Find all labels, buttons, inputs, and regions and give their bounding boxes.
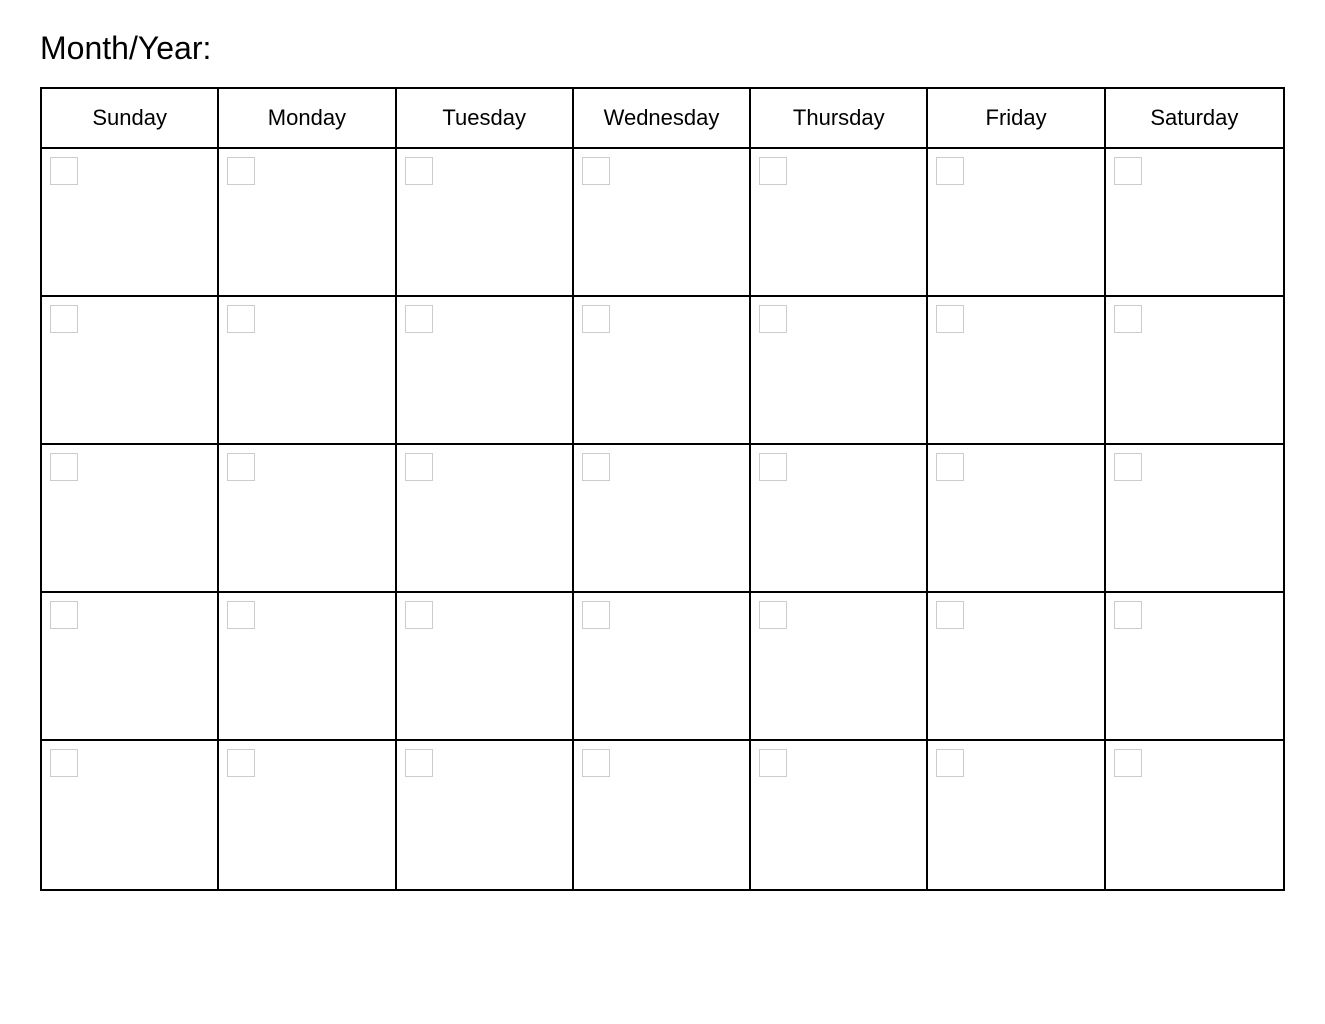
- calendar-cell[interactable]: [751, 297, 928, 443]
- date-box: [1114, 749, 1142, 777]
- calendar-row: [42, 445, 1283, 593]
- calendar-cell[interactable]: [397, 297, 574, 443]
- date-box: [759, 601, 787, 629]
- date-box: [1114, 157, 1142, 185]
- calendar-cell[interactable]: [397, 741, 574, 889]
- date-box: [405, 305, 433, 333]
- calendar-cell[interactable]: [42, 741, 219, 889]
- page-title: Month/Year:: [40, 30, 1285, 67]
- day-header-saturday: Saturday: [1106, 89, 1283, 147]
- calendar-cell[interactable]: [1106, 445, 1283, 591]
- date-box: [405, 157, 433, 185]
- day-header-friday: Friday: [928, 89, 1105, 147]
- calendar: Sunday Monday Tuesday Wednesday Thursday…: [40, 87, 1285, 891]
- date-box: [759, 305, 787, 333]
- calendar-cell[interactable]: [928, 445, 1105, 591]
- calendar-row: [42, 297, 1283, 445]
- date-box: [936, 305, 964, 333]
- date-box: [936, 157, 964, 185]
- calendar-row: [42, 741, 1283, 889]
- calendar-cell[interactable]: [751, 741, 928, 889]
- date-box: [1114, 305, 1142, 333]
- calendar-cell[interactable]: [219, 297, 396, 443]
- date-box: [1114, 601, 1142, 629]
- date-box: [50, 157, 78, 185]
- date-box: [1114, 453, 1142, 481]
- calendar-cell[interactable]: [1106, 741, 1283, 889]
- date-box: [50, 305, 78, 333]
- day-header-monday: Monday: [219, 89, 396, 147]
- calendar-cell[interactable]: [928, 297, 1105, 443]
- date-box: [227, 305, 255, 333]
- date-box: [227, 601, 255, 629]
- calendar-cell[interactable]: [397, 445, 574, 591]
- date-box: [227, 749, 255, 777]
- calendar-cell[interactable]: [42, 297, 219, 443]
- calendar-cell[interactable]: [928, 741, 1105, 889]
- date-box: [50, 453, 78, 481]
- calendar-cell[interactable]: [219, 149, 396, 295]
- calendar-cell[interactable]: [751, 149, 928, 295]
- calendar-cell[interactable]: [1106, 149, 1283, 295]
- calendar-body: [42, 149, 1283, 889]
- day-header-sunday: Sunday: [42, 89, 219, 147]
- calendar-cell[interactable]: [574, 297, 751, 443]
- calendar-cell[interactable]: [928, 149, 1105, 295]
- date-box: [227, 453, 255, 481]
- date-box: [50, 601, 78, 629]
- calendar-cell[interactable]: [219, 593, 396, 739]
- calendar-cell[interactable]: [397, 149, 574, 295]
- date-box: [936, 749, 964, 777]
- calendar-cell[interactable]: [1106, 593, 1283, 739]
- calendar-cell[interactable]: [574, 149, 751, 295]
- calendar-cell[interactable]: [397, 593, 574, 739]
- calendar-cell[interactable]: [574, 445, 751, 591]
- date-box: [582, 749, 610, 777]
- date-box: [50, 749, 78, 777]
- date-box: [759, 157, 787, 185]
- calendar-cell[interactable]: [751, 593, 928, 739]
- calendar-cell[interactable]: [219, 741, 396, 889]
- day-header-thursday: Thursday: [751, 89, 928, 147]
- calendar-cell[interactable]: [219, 445, 396, 591]
- date-box: [759, 453, 787, 481]
- date-box: [405, 453, 433, 481]
- day-header-wednesday: Wednesday: [574, 89, 751, 147]
- date-box: [582, 601, 610, 629]
- calendar-cell[interactable]: [1106, 297, 1283, 443]
- date-box: [582, 305, 610, 333]
- date-box: [759, 749, 787, 777]
- calendar-cell[interactable]: [42, 593, 219, 739]
- calendar-cell[interactable]: [751, 445, 928, 591]
- date-box: [582, 157, 610, 185]
- calendar-header: Sunday Monday Tuesday Wednesday Thursday…: [42, 89, 1283, 149]
- date-box: [936, 453, 964, 481]
- date-box: [405, 601, 433, 629]
- day-header-tuesday: Tuesday: [397, 89, 574, 147]
- calendar-cell[interactable]: [42, 149, 219, 295]
- date-box: [936, 601, 964, 629]
- calendar-cell[interactable]: [574, 741, 751, 889]
- date-box: [227, 157, 255, 185]
- calendar-cell[interactable]: [574, 593, 751, 739]
- date-box: [405, 749, 433, 777]
- calendar-row: [42, 593, 1283, 741]
- calendar-cell[interactable]: [928, 593, 1105, 739]
- calendar-row: [42, 149, 1283, 297]
- date-box: [582, 453, 610, 481]
- calendar-cell[interactable]: [42, 445, 219, 591]
